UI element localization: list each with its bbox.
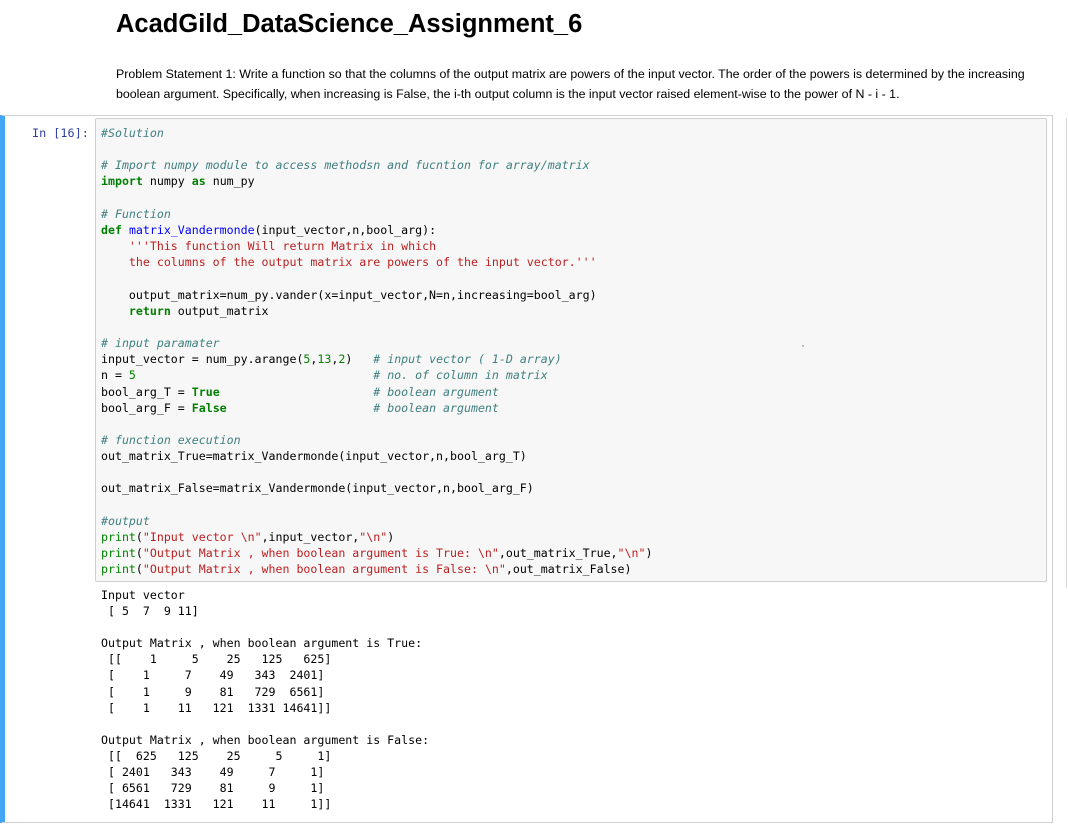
problem-statement: Problem Statement 1: Write a function so… xyxy=(116,67,1025,101)
output-line: Output Matrix , when boolean argument is… xyxy=(101,636,423,651)
code-line: input_vector = num_py.arange(5,13,2) # i… xyxy=(101,352,562,367)
code-editor[interactable]: #Solution # Import numpy module to acces… xyxy=(101,125,652,577)
output-line: [ 5 7 9 11] xyxy=(101,604,199,619)
input-prompt: In [16]: xyxy=(32,126,89,140)
output-line: [ 2401 343 49 7 1] xyxy=(101,765,325,780)
output-line: [ 1 9 81 729 6561] xyxy=(101,684,325,699)
output-line: [[ 1 5 25 125 625] xyxy=(101,652,332,667)
code-line: print("Output Matrix , when boolean argu… xyxy=(101,562,632,577)
code-line: out_matrix_True=matrix_Vandermonde(input… xyxy=(101,449,527,464)
output-line: [[ 625 125 25 5 1] xyxy=(101,748,332,763)
scrollbar[interactable] xyxy=(1066,118,1067,588)
code-line: import numpy as num_py xyxy=(101,174,255,189)
stray-dot xyxy=(802,345,804,347)
code-line: print("Input vector \n",input_vector,"\n… xyxy=(101,529,395,544)
code-line: #Solution xyxy=(101,126,164,140)
code-line: def matrix_Vandermonde(input_vector,n,bo… xyxy=(101,222,437,237)
code-line: out_matrix_False=matrix_Vandermonde(inpu… xyxy=(101,481,534,496)
cell-output: Input vector [ 5 7 9 11] Output Matrix ,… xyxy=(101,587,429,812)
output-line: [ 1 11 121 1331 14641]] xyxy=(101,700,332,715)
code-line: # Function xyxy=(101,206,171,221)
output-line: [ 6561 729 81 9 1] xyxy=(101,781,325,796)
code-line: # input paramater xyxy=(101,336,220,351)
code-line: n = 5 # no. of column in matrix xyxy=(101,368,548,383)
code-line: bool_arg_F = False # boolean argument xyxy=(101,400,499,415)
code-line: return output_matrix xyxy=(128,303,269,318)
code-line: the columns of the output matrix are pow… xyxy=(128,255,597,270)
output-line: Input vector xyxy=(101,588,185,602)
output-line: [14641 1331 121 11 1]] xyxy=(101,797,332,812)
code-line: print("Output Matrix , when boolean argu… xyxy=(101,546,653,561)
code-line: # function execution xyxy=(101,432,241,447)
code-line: bool_arg_T = True # boolean argument xyxy=(101,384,499,399)
output-line: [ 1 7 49 343 2401] xyxy=(101,668,325,683)
code-line: # Import numpy module to access methodsn… xyxy=(101,158,590,173)
code-line: #output xyxy=(101,513,150,528)
code-line: output_matrix=num_py.vander(x=input_vect… xyxy=(101,287,597,302)
code-line: '''This function Will return Matrix in w… xyxy=(128,239,437,254)
output-line: Output Matrix , when boolean argument is… xyxy=(101,732,430,747)
notebook-title: AcadGild_DataScience_Assignment_6 xyxy=(116,10,583,38)
